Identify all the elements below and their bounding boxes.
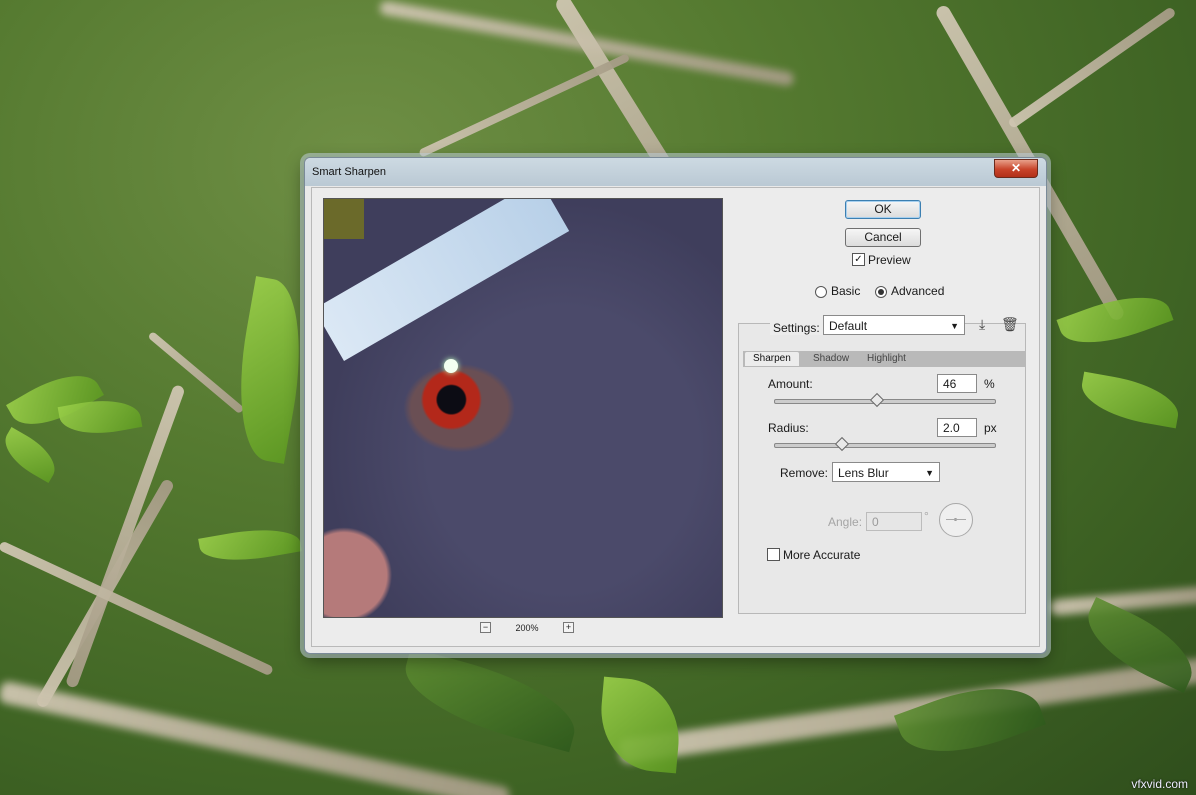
amount-unit: % [984,377,995,391]
dialog-title: Smart Sharpen [312,166,386,178]
settings-dropdown[interactable]: Default ▼ [823,315,965,335]
basic-radio[interactable] [815,286,827,298]
zoom-in-button[interactable]: + [563,622,575,634]
angle-input[interactable]: 0 [866,512,922,531]
tab-highlight[interactable]: Highlight [859,352,914,366]
basic-label: Basic [831,284,861,298]
title-bar[interactable]: Smart Sharpen ✕ [305,158,1046,186]
ok-button[interactable]: OK [845,200,921,219]
zoom-out-button[interactable]: − [480,622,491,634]
chevron-down-icon: ▼ [925,468,934,478]
advanced-label: Advanced [891,284,945,298]
branch [0,540,275,677]
tab-sharpen[interactable]: Sharpen [745,352,799,366]
advanced-radio[interactable] [875,286,887,298]
amount-input[interactable]: 46 [937,374,977,393]
amount-label: Amount: [768,377,813,391]
remove-value: Lens Blur [838,466,889,480]
branch [1007,6,1177,130]
radius-label: Radius: [768,421,809,435]
branch [418,53,631,158]
radius-slider[interactable] [774,436,996,452]
settings-value: Default [829,319,868,333]
remove-dropdown[interactable]: Lens Blur ▼ [832,462,940,482]
leaf [224,276,316,464]
leaf [0,427,64,483]
close-button[interactable]: ✕ [994,159,1038,178]
angle-unit: ° [924,509,929,523]
leaf [198,521,302,569]
leaf [1056,282,1174,358]
angle-label: Angle: [828,515,863,529]
zoom-controls: − 200% + [480,622,575,634]
tab-bar: Sharpen Shadow Highlight [743,351,1025,367]
radius-input[interactable]: 2.0 [937,418,977,437]
remove-label: Remove: [780,466,829,480]
cancel-button[interactable]: Cancel [845,228,921,247]
angle-dial-icon[interactable] [939,503,973,537]
preview-eye-highlight [444,359,458,373]
leaf [395,647,585,753]
watermark: vfxvid.com [1131,777,1188,791]
save-icon[interactable]: ⤓ [979,316,985,333]
preview-label: Preview [868,253,911,267]
amount-slider[interactable] [774,392,996,408]
leaf [1077,371,1183,429]
trash-icon[interactable]: 🗑 [1001,316,1019,333]
preview-image[interactable] [323,198,723,618]
settings-group: Settings: Default ▼ ⤓ 🗑 Sharpen Shadow H… [738,315,1026,614]
smart-sharpen-dialog: Smart Sharpen ✕ − 200% + OK Cancel ✓ Pre… [304,157,1047,654]
preview-corner [324,199,364,239]
more-accurate-checkbox[interactable] [767,548,780,561]
preview-checkbox[interactable]: ✓ [852,253,865,266]
amount-slider-thumb[interactable] [870,392,885,408]
radius-unit: px [984,421,997,435]
dialog-body: − 200% + OK Cancel ✓ Preview Basic Advan… [311,187,1040,647]
tab-shadow[interactable]: Shadow [805,352,857,366]
more-accurate-label: More Accurate [783,548,861,562]
radius-slider-thumb[interactable] [834,436,850,452]
branch [147,330,245,415]
leaf [596,676,684,774]
settings-label: Settings: [770,321,823,335]
chevron-down-icon: ▼ [950,321,959,331]
zoom-level: 200% [515,622,539,633]
